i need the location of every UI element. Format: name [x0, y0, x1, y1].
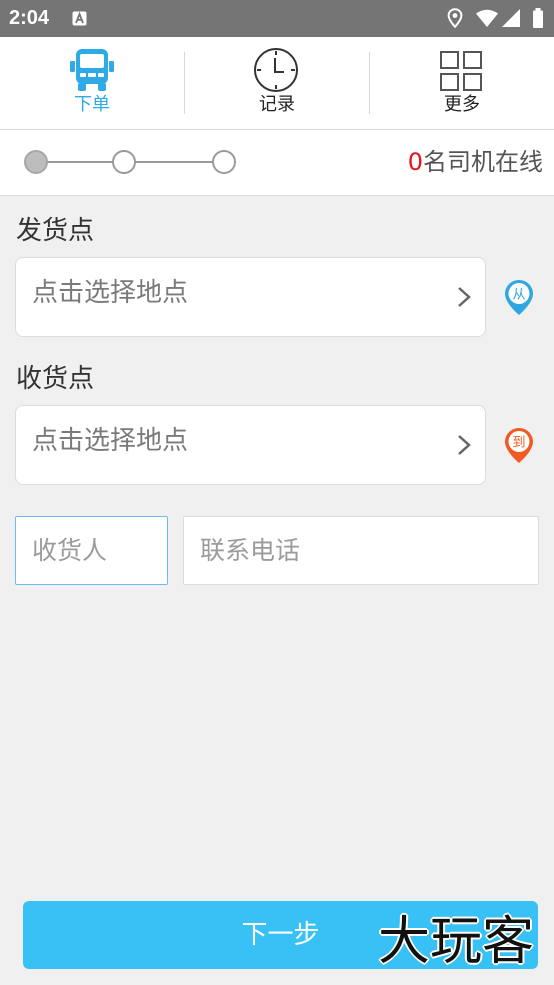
pickup-location-field[interactable]: 点击选择地点: [15, 257, 486, 337]
pickup-label: 发货点: [16, 216, 95, 246]
tab-label: 记录: [259, 94, 295, 115]
delivery-location-placeholder: 点击选择地点: [32, 426, 189, 456]
online-drivers: 0名司机在线: [408, 147, 543, 177]
progress-step-2: [112, 150, 136, 174]
receiver-name-input[interactable]: [15, 516, 168, 585]
app-notification-icon: [72, 11, 87, 26]
receiver-phone-input[interactable]: [183, 516, 539, 585]
tab-place-order[interactable]: 下单: [0, 37, 184, 129]
delivery-location-field[interactable]: 点击选择地点: [15, 405, 486, 485]
truck-icon: [70, 49, 114, 91]
battery-icon: [533, 8, 543, 28]
pickup-pin-text: 从: [512, 288, 525, 303]
status-time: 2:04: [9, 7, 50, 29]
status-bar: 2:04: [0, 0, 554, 37]
delivery-pin-icon[interactable]: 到: [504, 427, 534, 464]
online-driver-text: 名司机在线: [423, 148, 543, 176]
chevron-right-icon: [458, 435, 471, 455]
chevron-right-icon: [458, 287, 471, 307]
tab-label: 更多: [444, 94, 480, 115]
delivery-label: 收货点: [16, 364, 95, 394]
online-driver-count: 0: [407, 148, 423, 176]
clock-icon: [254, 48, 298, 92]
pickup-location-placeholder: 点击选择地点: [32, 278, 189, 308]
wifi-icon: [476, 9, 498, 27]
location-icon: [447, 8, 463, 28]
progress-step-3: [212, 150, 236, 174]
progress-row: 0名司机在线: [0, 130, 554, 196]
progress-steps: [24, 150, 236, 174]
grid-icon: [440, 51, 482, 91]
tab-label: 下单: [74, 94, 110, 115]
tab-records[interactable]: 记录: [185, 37, 369, 129]
signal-icon: [502, 9, 520, 27]
progress-step-1: [24, 150, 48, 174]
delivery-pin-text: 到: [512, 436, 525, 451]
watermark: 大玩客: [378, 912, 535, 972]
top-tab-bar: 下单 记录 更多: [0, 37, 554, 130]
pickup-pin-icon[interactable]: 从: [504, 279, 534, 316]
tab-more[interactable]: 更多: [370, 37, 554, 129]
